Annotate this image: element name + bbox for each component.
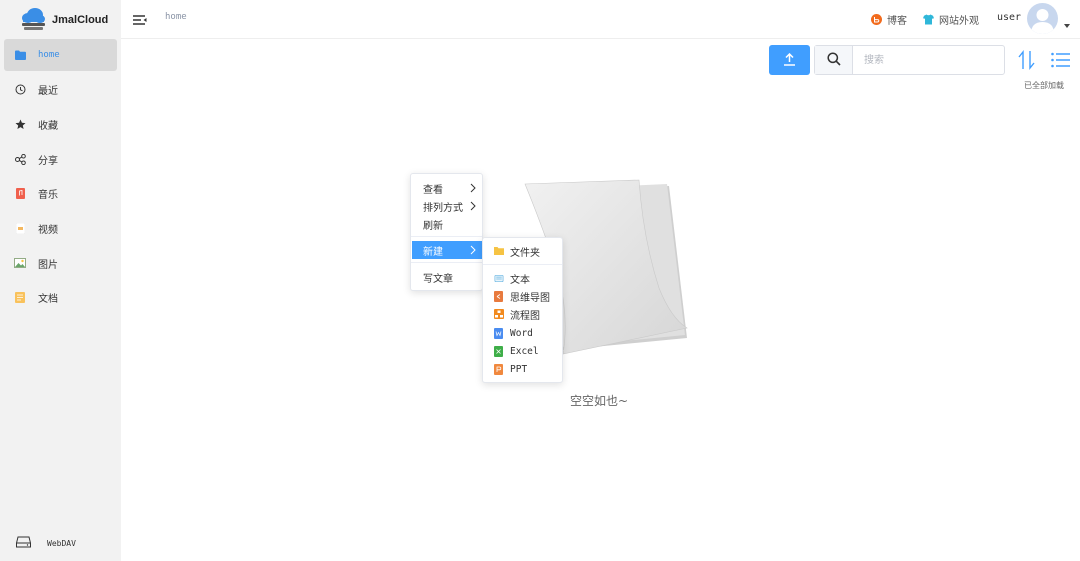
folder-icon [14,49,26,61]
list-view-icon[interactable] [1051,52,1070,68]
context-menu-item-refresh[interactable]: 刷新 [412,215,483,233]
context-menu-item-view[interactable]: 查看 [412,179,483,197]
empty-message: 空空如也~ [570,394,629,408]
text-file-icon [494,273,504,284]
ppt-icon [494,363,504,375]
sort-icon[interactable] [1017,50,1037,70]
menu-item-label: 新建 [423,246,443,258]
username[interactable]: user [997,12,1021,23]
sidebar-item-recent[interactable]: 最近 [4,74,117,106]
appearance-link[interactable]: 网站外观 [923,12,979,27]
submenu-item-label: 思维导图 [510,292,550,304]
sidebar-item-images[interactable]: 图片 [4,247,117,279]
avatar[interactable] [1027,3,1058,34]
submenu-item-label: PPT [510,363,528,375]
menu-divider [483,264,562,265]
appearance-label: 网站外观 [939,16,979,27]
tshirt-icon [923,14,934,25]
menu-toggle-icon[interactable] [133,12,147,25]
context-menu-item-new[interactable]: 新建 [412,241,483,259]
new-excel-item[interactable]: Excel [483,342,562,360]
search-button[interactable] [815,46,853,74]
chevron-down-icon[interactable] [1064,24,1070,28]
clock-icon [14,84,26,96]
blog-label: 博客 [887,16,907,27]
new-text-item[interactable]: 文本 [483,269,562,287]
sidebar-item-label: 视频 [38,224,58,236]
load-status: 已全部加载 [1024,81,1064,90]
sidebar-item-home[interactable]: home [4,39,117,71]
flowchart-icon [494,308,504,320]
sidebar-item-music[interactable]: 音乐 [4,178,117,210]
blog-link[interactable]: 博客 [871,12,907,27]
new-word-item[interactable]: Word [483,324,562,342]
submenu-item-label: Excel [510,345,539,357]
top-header: home 博客 网站外观 user [121,0,1080,39]
menu-divider [411,236,482,237]
menu-item-label: 排列方式 [423,202,463,214]
search-box [814,45,1005,75]
sidebar-item-label: 最近 [38,86,58,98]
search-input[interactable] [853,46,1004,74]
sidebar-item-share[interactable]: 分享 [4,143,117,175]
upload-icon [783,51,796,70]
sidebar-item-documents[interactable]: 文档 [4,282,117,314]
sidebar: JmalCloud home 最近 收藏 分享 音乐 视频 图片 文档 WebD… [0,0,121,561]
sidebar-item-video[interactable]: 视频 [4,212,117,244]
submenu-item-label: 文本 [510,274,530,286]
folder-icon [494,246,504,257]
sidebar-item-favorites[interactable]: 收藏 [4,108,117,140]
app-name: JmalCloud [52,14,109,26]
cloud-logo-icon [20,8,46,32]
webdav-link[interactable]: WebDAV [16,536,76,550]
sidebar-item-label: 音乐 [38,190,58,202]
menu-item-label: 写文章 [423,273,453,285]
excel-icon [494,345,504,357]
video-file-icon [14,222,26,234]
submenu-item-label: 流程图 [510,310,540,322]
chevron-right-icon [469,183,477,193]
music-file-icon [14,188,26,200]
webdav-label: WebDAV [47,538,76,548]
context-menu: 查看 排列方式 刷新 新建 写文章 [410,173,483,291]
context-menu-item-write-article[interactable]: 写文章 [412,268,483,286]
submenu-item-label: Word [510,327,533,339]
new-flowchart-item[interactable]: 流程图 [483,305,562,323]
share-icon [14,153,26,165]
sidebar-item-label: 收藏 [38,120,58,132]
context-menu-item-sort[interactable]: 排列方式 [412,197,483,215]
menu-item-label: 刷新 [423,220,443,232]
submenu-item-label: 文件夹 [510,247,540,259]
upload-button[interactable] [769,45,810,75]
word-icon [494,327,504,339]
sidebar-item-label: 图片 [38,259,58,271]
menu-divider [411,262,482,263]
search-icon [826,51,841,70]
new-ppt-item[interactable]: PPT [483,360,562,378]
chevron-right-icon [469,245,477,255]
sidebar-item-label: home [38,50,60,60]
app-logo[interactable]: JmalCloud [20,6,108,34]
sidebar-item-label: 分享 [38,155,58,167]
breadcrumb[interactable]: home [165,12,187,22]
blog-icon [871,14,882,25]
new-mindmap-item[interactable]: 思维导图 [483,287,562,305]
star-icon [14,118,26,130]
menu-item-label: 查看 [423,184,443,196]
chevron-right-icon [469,201,477,211]
sidebar-nav: home 最近 收藏 分享 音乐 视频 图片 文档 [4,39,117,317]
drive-icon [16,536,31,550]
mindmap-icon [494,290,504,302]
sidebar-item-label: 文档 [38,294,58,306]
new-folder-item[interactable]: 文件夹 [483,242,562,260]
new-submenu: 文件夹 文本 思维导图 流程图 Word Excel PPT [482,237,563,383]
image-icon [14,257,26,269]
document-icon [14,292,26,304]
